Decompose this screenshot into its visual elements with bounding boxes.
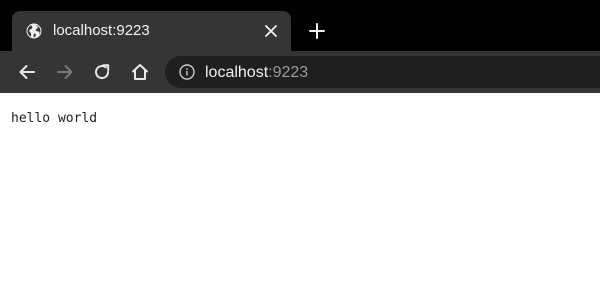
url-text[interactable]: localhost:9223	[205, 63, 308, 82]
url-host: localhost	[205, 64, 269, 81]
tab-active[interactable]: localhost:9223	[12, 11, 291, 51]
arrow-left-icon	[19, 65, 35, 79]
plus-icon	[309, 23, 325, 39]
tab-title: localhost:9223	[53, 22, 150, 39]
info-icon[interactable]	[179, 64, 195, 80]
url-port: :9223	[268, 64, 309, 81]
globe-icon	[26, 23, 42, 39]
new-tab-button[interactable]	[307, 21, 327, 41]
address-bar[interactable]: localhost:9223	[165, 56, 600, 88]
toolbar: localhost:9223	[0, 51, 600, 93]
home-icon	[132, 64, 148, 80]
close-icon[interactable]	[264, 24, 278, 38]
home-button[interactable]	[129, 61, 151, 83]
page-body-text: hello world	[11, 111, 98, 126]
forward-button[interactable]	[54, 61, 76, 83]
browser-window: localhost:9223 localhost:9223 hello worl…	[0, 0, 600, 304]
reload-icon	[95, 64, 110, 80]
back-button[interactable]	[16, 61, 38, 83]
reload-button[interactable]	[91, 61, 113, 83]
arrow-right-icon	[57, 65, 73, 79]
tab-strip: localhost:9223	[0, 0, 600, 51]
page-content: hello world	[0, 93, 600, 304]
